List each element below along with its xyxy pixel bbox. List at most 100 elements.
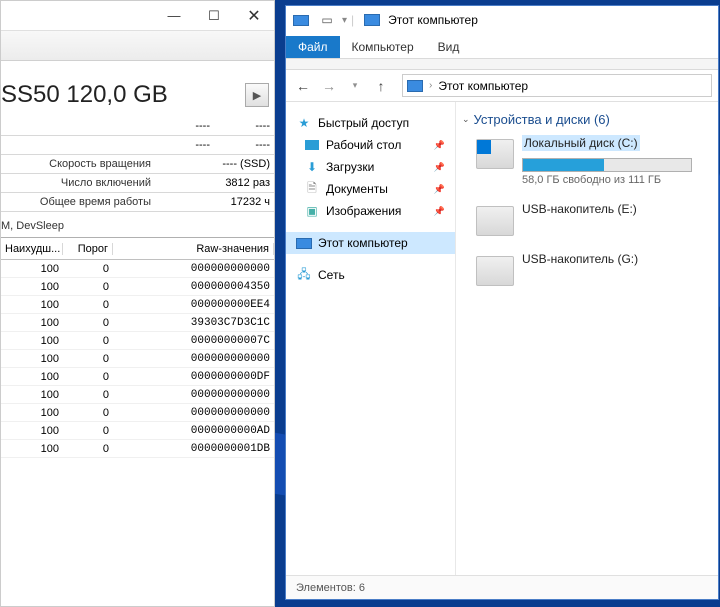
col-raw[interactable]: Raw-значения	[113, 243, 274, 255]
cell-raw: 000000000EE4	[113, 299, 274, 311]
cell-raw: 0000000001DB	[113, 443, 274, 455]
titlebar: — ☐ ✕	[1, 1, 274, 31]
star-icon: ★	[296, 116, 312, 130]
pictures-icon: ▣	[304, 204, 320, 218]
table-row[interactable]: 100 0 000000000000	[1, 260, 274, 278]
drive-info: USB-накопитель (G:)	[522, 252, 712, 268]
cell-worst: 100	[1, 299, 63, 311]
content-pane: ⌄ Устройства и диски (6) Локальный диск …	[456, 102, 718, 575]
smart-header-row: Наихудш... Порог Raw-значения	[1, 238, 274, 260]
nav-this-pc[interactable]: Этот компьютер	[286, 232, 455, 254]
nav-quick-access[interactable]: ★ Быстрый доступ	[286, 112, 455, 134]
group-header[interactable]: ⌄ Устройства и диски (6)	[462, 112, 712, 127]
play-button[interactable]: ▶	[245, 83, 269, 107]
qat-dropdown-icon[interactable]: ▾	[342, 15, 347, 26]
col-threshold[interactable]: Порог	[63, 243, 113, 255]
nav-label: Быстрый доступ	[318, 116, 409, 130]
cell-raw: 000000000000	[113, 353, 274, 365]
cell-threshold: 0	[63, 263, 113, 275]
nav-label: Загрузки	[326, 160, 374, 174]
cell-threshold: 0	[63, 425, 113, 437]
status-bar: Элементов: 6	[286, 575, 718, 599]
drive-item[interactable]: USB-накопитель (E:)	[462, 202, 712, 236]
table-row[interactable]: 100 0 0000000001DB	[1, 440, 274, 458]
info-value: ----	[214, 120, 274, 132]
minimize-button[interactable]: —	[154, 1, 194, 31]
nav-downloads[interactable]: ⬇ Загрузки 📌	[286, 156, 455, 178]
drive-name: USB-накопитель (E:)	[522, 202, 712, 216]
drive-item[interactable]: USB-накопитель (G:)	[462, 252, 712, 286]
address-bar: ← → ▾ ↑ › Этот компьютер	[286, 70, 718, 102]
cell-worst: 100	[1, 389, 63, 401]
info-row: ---- ----	[1, 136, 274, 155]
table-row[interactable]: 100 0 0000000000AD	[1, 422, 274, 440]
tab-file[interactable]: Файл	[286, 36, 340, 58]
table-row[interactable]: 100 0 000000000000	[1, 404, 274, 422]
table-row[interactable]: 100 0 000000000000	[1, 350, 274, 368]
cell-threshold: 0	[63, 299, 113, 311]
nav-label: Рабочий стол	[326, 138, 401, 152]
drive-free-text: 58,0 ГБ свободно из 111 ГБ	[522, 174, 712, 186]
qat-properties-icon[interactable]: ▭	[316, 9, 338, 31]
nav-documents[interactable]: 🗎 Документы 📌	[286, 178, 455, 200]
tab-view[interactable]: Вид	[426, 36, 472, 58]
document-icon: 🗎	[304, 182, 320, 196]
info-value: 3812 раз	[214, 177, 274, 189]
forward-button[interactable]: →	[318, 75, 340, 97]
info-row: ---- ----	[1, 117, 274, 136]
drive-info: USB-накопитель (E:)	[522, 202, 712, 218]
navigation-pane: ★ Быстрый доступ Рабочий стол 📌 ⬇ Загруз…	[286, 102, 456, 575]
col-worst[interactable]: Наихудш...	[1, 243, 63, 255]
nav-label: Сеть	[318, 268, 345, 282]
tab-computer[interactable]: Компьютер	[340, 36, 426, 58]
table-row[interactable]: 100 0 00000000007C	[1, 332, 274, 350]
close-button[interactable]: ✕	[234, 1, 274, 31]
info-value: ----	[154, 120, 214, 132]
maximize-button[interactable]: ☐	[194, 1, 234, 31]
ribbon-collapsed[interactable]	[286, 58, 718, 70]
disk-header: SS50 120,0 GB ▶	[1, 61, 274, 117]
disk-title: SS50 120,0 GB	[1, 81, 168, 109]
info-label: Число включений	[1, 177, 154, 189]
pin-icon: 📌	[434, 162, 445, 173]
nav-network[interactable]: 🖧 Сеть	[286, 264, 455, 286]
diskinfo-window: — ☐ ✕ SS50 120,0 GB ▶ ---- ---- ---- ---…	[0, 0, 275, 607]
drive-name: USB-накопитель (G:)	[522, 252, 712, 266]
breadcrumb[interactable]: Этот компьютер	[438, 79, 528, 93]
qat-pc-icon[interactable]	[290, 9, 312, 31]
cell-worst: 100	[1, 281, 63, 293]
up-button[interactable]: ↑	[370, 75, 392, 97]
drive-icon	[476, 139, 514, 169]
back-button[interactable]: ←	[292, 75, 314, 97]
qat-separator: |	[351, 13, 354, 27]
window-title: Этот компьютер	[388, 13, 478, 27]
nav-pictures[interactable]: ▣ Изображения 📌	[286, 200, 455, 222]
cell-threshold: 0	[63, 281, 113, 293]
info-row: Общее время работы 17232 ч	[1, 193, 274, 212]
cell-worst: 100	[1, 425, 63, 437]
nav-label: Изображения	[326, 204, 401, 218]
cell-raw: 000000004350	[113, 281, 274, 293]
smart-table: Наихудш... Порог Raw-значения 100 0 0000…	[1, 237, 274, 458]
table-row[interactable]: 100 0 39303C7D3C1C	[1, 314, 274, 332]
explorer-titlebar: ▭ ▾ | Этот компьютер	[286, 6, 718, 34]
cell-threshold: 0	[63, 371, 113, 383]
pin-icon: 📌	[434, 140, 445, 151]
pc-icon	[407, 80, 423, 92]
address-input[interactable]: › Этот компьютер	[402, 74, 712, 97]
table-row[interactable]: 100 0 000000000000	[1, 386, 274, 404]
recent-dropdown-icon[interactable]: ▾	[344, 75, 366, 97]
info-value: ----	[214, 139, 274, 151]
drive-icon	[476, 256, 514, 286]
drive-item[interactable]: Локальный диск (C:) 58,0 ГБ свободно из …	[462, 135, 712, 186]
info-label: Скорость вращения	[1, 158, 154, 170]
table-row[interactable]: 100 0 000000000EE4	[1, 296, 274, 314]
nav-desktop[interactable]: Рабочий стол 📌	[286, 134, 455, 156]
chevron-down-icon: ⌄	[462, 114, 470, 125]
table-row[interactable]: 100 0 0000000000DF	[1, 368, 274, 386]
explorer-body: ★ Быстрый доступ Рабочий стол 📌 ⬇ Загруз…	[286, 102, 718, 575]
table-row[interactable]: 100 0 000000004350	[1, 278, 274, 296]
features-text: M, DevSleep	[1, 212, 274, 236]
cell-threshold: 0	[63, 389, 113, 401]
capacity-bar	[522, 158, 692, 172]
